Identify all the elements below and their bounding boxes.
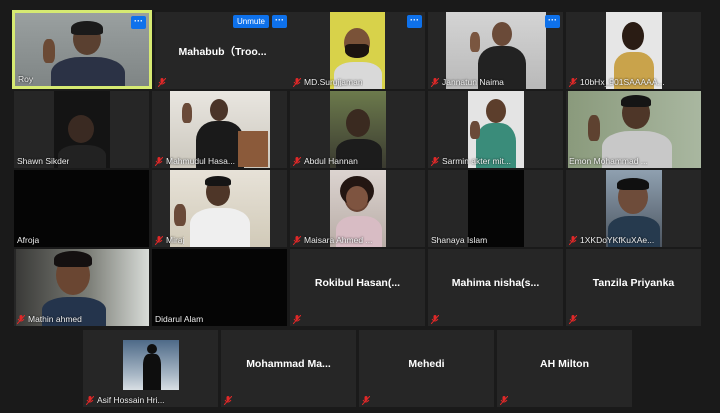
participant-name: Afroja xyxy=(17,235,40,245)
name-label xyxy=(293,315,301,324)
mic-muted-icon xyxy=(155,235,163,245)
participant-name: AH Milton xyxy=(540,358,589,370)
name-label: Mathin ahmed xyxy=(17,314,82,324)
video-tile-mohammad[interactable]: Mohammad Ma... xyxy=(221,330,356,407)
video-tile-rokibul[interactable]: Rokibul Hasan(... xyxy=(290,249,425,326)
video-tile-afroja[interactable]: Afroja xyxy=(14,170,149,247)
name-label: MD.Surujjaman xyxy=(293,77,363,87)
mic-muted-icon xyxy=(431,156,439,166)
mic-muted-icon xyxy=(86,395,94,405)
video-tile-miraj[interactable]: Miraj xyxy=(152,170,287,247)
name-label xyxy=(431,315,439,324)
more-options-button[interactable]: ··· xyxy=(131,16,146,29)
mic-muted-icon xyxy=(500,396,508,405)
mic-muted-icon xyxy=(431,315,439,324)
video-tile-didarul[interactable]: Didarul Alam xyxy=(152,249,287,326)
name-label: Abdul Hannan xyxy=(293,156,358,166)
mic-muted-icon xyxy=(362,396,370,405)
mic-muted-icon xyxy=(569,77,577,87)
mic-muted-icon xyxy=(17,314,25,324)
participant-name: Didarul Alam xyxy=(155,314,204,324)
participant-name: Rokibul Hasan(... xyxy=(314,277,401,289)
video-tile-tanzila[interactable]: Tanzila Priyanka xyxy=(566,249,701,326)
mic-muted-icon xyxy=(293,156,301,166)
video-tile-ah-milton[interactable]: AH Milton xyxy=(497,330,632,407)
mic-muted-icon xyxy=(293,235,301,245)
name-label: Mahmudul Hasa... xyxy=(155,156,235,166)
more-options-button[interactable]: ··· xyxy=(407,15,422,28)
name-label: Miraj xyxy=(155,235,184,245)
mic-muted-icon xyxy=(569,315,577,324)
name-label: Sarmin akter mit... xyxy=(431,156,511,166)
video-tile-roy[interactable]: ··· Roy xyxy=(12,10,152,89)
mic-muted-icon xyxy=(293,315,301,324)
name-label xyxy=(500,396,508,405)
name-label xyxy=(569,315,577,324)
mic-muted-icon xyxy=(158,78,166,87)
name-label xyxy=(224,396,232,405)
name-label xyxy=(362,396,370,405)
name-label: Jannatun Naima xyxy=(431,77,504,87)
video-tile-10bhx[interactable]: 10bHx_901SAAAAA... xyxy=(566,12,701,89)
participant-name: Shawn Sikder xyxy=(17,156,70,166)
more-options-button[interactable]: ··· xyxy=(545,15,560,28)
video-tile-1xkdoykf[interactable]: 1XKDoYKfKuXAe... xyxy=(566,170,701,247)
name-label xyxy=(158,78,166,87)
participant-name: Roy xyxy=(18,74,34,84)
video-tile-sarmin[interactable]: Sarmin akter mit... xyxy=(428,91,563,168)
video-feed xyxy=(170,170,270,247)
video-tile-jannatun[interactable]: ··· Jannatun Naima xyxy=(428,12,563,89)
mic-muted-icon xyxy=(569,235,577,245)
name-label: 1XKDoYKfKuXAe... xyxy=(569,235,654,245)
participant-name: Tanzila Priyanka xyxy=(592,277,675,289)
mic-muted-icon xyxy=(224,396,232,405)
name-label: Maisara Ahmed ... xyxy=(293,235,373,245)
video-tile-mehedi[interactable]: Mehedi xyxy=(359,330,494,407)
video-feed xyxy=(15,13,149,86)
name-label: 10bHx_901SAAAAA... xyxy=(569,77,665,87)
participant-name: Mohammad Ma... xyxy=(246,358,331,370)
video-tile-maisara[interactable]: Maisara Ahmed ... xyxy=(290,170,425,247)
video-tile-emon[interactable]: Emon Mohammad ... xyxy=(566,91,701,168)
video-tile-shawn[interactable]: Shawn Sikder xyxy=(14,91,149,168)
video-tile-mahabub[interactable]: Unmute ··· Mahabub（Troo... xyxy=(155,12,290,89)
name-label: Asif Hossain Hri... xyxy=(86,395,165,405)
video-feed xyxy=(123,340,179,390)
video-tile-mathin[interactable]: Mathin ahmed xyxy=(14,249,149,326)
video-tile-asif[interactable]: Asif Hossain Hri... xyxy=(83,330,218,407)
participant-name: Mahima nisha(s... xyxy=(451,277,540,289)
participant-name: Shanaya Islam xyxy=(431,235,488,245)
video-tile-surujjaman[interactable]: ··· MD.Surujjaman xyxy=(290,12,425,89)
video-tile-mahima[interactable]: Mahima nisha(s... xyxy=(428,249,563,326)
unmute-button[interactable]: Unmute xyxy=(232,15,269,28)
mic-muted-icon xyxy=(155,156,163,166)
video-tile-abdul[interactable]: Abdul Hannan xyxy=(290,91,425,168)
video-tile-mahmudul[interactable]: Mahmudul Hasa... xyxy=(152,91,287,168)
participant-name: Mahabub（Troo... xyxy=(178,46,267,58)
participant-name: Mehedi xyxy=(408,358,445,370)
participant-name: Emon Mohammad ... xyxy=(569,156,648,166)
video-tile-shanaya[interactable]: Shanaya Islam xyxy=(428,170,563,247)
mic-muted-icon xyxy=(293,77,301,87)
more-options-button[interactable]: ··· xyxy=(272,15,287,28)
mic-muted-icon xyxy=(431,77,439,87)
